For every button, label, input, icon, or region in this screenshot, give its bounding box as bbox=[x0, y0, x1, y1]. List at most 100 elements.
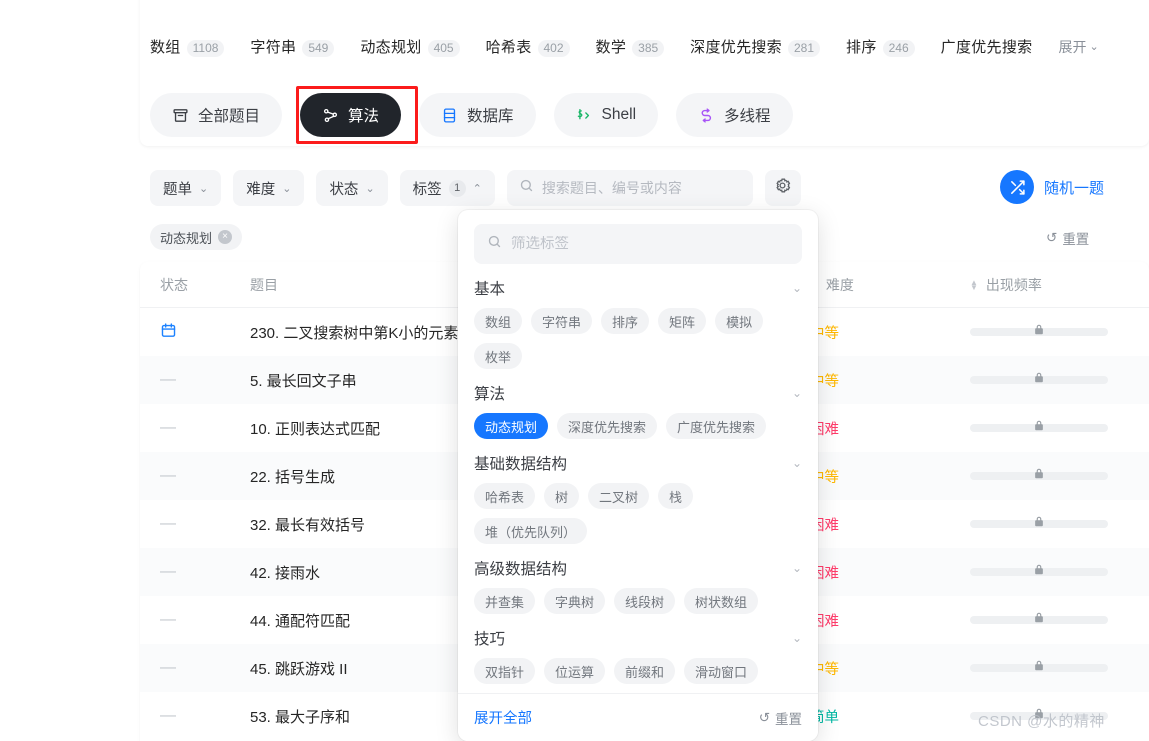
tag-group-header[interactable]: 算法 ⌄ bbox=[474, 382, 802, 404]
tag-cloud-expand-button[interactable]: 展开 ⌄ bbox=[1058, 37, 1098, 57]
concurrency-icon bbox=[698, 107, 715, 124]
tag-option[interactable]: 线段树 bbox=[614, 588, 676, 614]
tag-option[interactable]: 前缀和 bbox=[614, 658, 676, 684]
frequency-bar bbox=[970, 372, 1108, 384]
tag-cloud-item-label: 排序 bbox=[846, 39, 877, 56]
column-header-difficulty[interactable]: ▲▼ 难度 bbox=[810, 275, 970, 295]
tag-option[interactable]: 矩阵 bbox=[658, 308, 707, 334]
category-pill-4[interactable]: 多线程 bbox=[676, 93, 793, 137]
problem-search-input[interactable] bbox=[541, 180, 741, 196]
shuffle-icon bbox=[1000, 170, 1034, 204]
tag-cloud-item[interactable]: 动态规划 405 bbox=[360, 36, 460, 57]
row-status-dash: — bbox=[160, 563, 176, 580]
tag-option[interactable]: 深度优先搜索 bbox=[557, 413, 658, 439]
chevron-down-icon: ⌄ bbox=[791, 386, 802, 400]
frequency-bar bbox=[970, 660, 1108, 672]
chevron-down-icon: ⌄ bbox=[1089, 41, 1099, 53]
lock-icon bbox=[1032, 323, 1046, 341]
problem-search-box[interactable] bbox=[506, 170, 753, 206]
tag-option[interactable]: 动态规划 bbox=[474, 413, 549, 439]
row-frequency bbox=[970, 660, 1149, 672]
tag-cloud-item[interactable]: 深度优先搜索 281 bbox=[690, 36, 821, 57]
row-status: — bbox=[140, 707, 250, 725]
tag-group-header[interactable]: 基础数据结构 ⌄ bbox=[474, 452, 802, 474]
tag-option[interactable]: 并查集 bbox=[474, 588, 536, 614]
tag-group-tags: 数组 字符串 排序 矩阵 模拟枚举 bbox=[474, 308, 802, 369]
tag-option[interactable]: 排序 bbox=[601, 308, 650, 334]
lock-icon bbox=[1032, 371, 1046, 389]
category-pill-label: 数据库 bbox=[467, 108, 514, 125]
row-status: — bbox=[140, 659, 250, 677]
tag-option[interactable]: 字符串 bbox=[531, 308, 593, 334]
row-status-dash: — bbox=[160, 611, 176, 628]
tag-group-header[interactable]: 基本 ⌄ bbox=[474, 277, 802, 299]
category-pill-3[interactable]: Shell bbox=[553, 93, 659, 137]
tag-filter-search-input[interactable] bbox=[511, 236, 789, 252]
tag-cloud-item[interactable]: 数组 1108 bbox=[150, 36, 225, 57]
tag-panel-footer: 展开全部 ↺ 重置 bbox=[458, 693, 818, 741]
expand-all-button[interactable]: 展开全部 bbox=[474, 707, 532, 728]
search-icon bbox=[519, 178, 534, 198]
category-pill-1[interactable]: 算法 bbox=[300, 93, 402, 137]
row-frequency bbox=[970, 708, 1149, 720]
tag-group-title: 基本 bbox=[474, 281, 506, 298]
settings-gear-button[interactable] bbox=[764, 170, 801, 206]
tag-option[interactable]: 滑动窗口 bbox=[684, 658, 759, 684]
tag-group-header[interactable]: 技巧 ⌄ bbox=[474, 627, 802, 649]
tag-cloud-item[interactable]: 数学 385 bbox=[596, 36, 665, 57]
tag-cloud-item-count: 1108 bbox=[186, 40, 225, 57]
frequency-bar bbox=[970, 516, 1108, 528]
frequency-bar bbox=[970, 708, 1108, 720]
tag-option[interactable]: 位运算 bbox=[544, 658, 606, 684]
tag-option[interactable]: 二叉树 bbox=[588, 483, 650, 509]
tag-option[interactable]: 树状数组 bbox=[684, 588, 759, 614]
tag-option[interactable]: 栈 bbox=[658, 483, 694, 509]
lock-icon bbox=[1032, 467, 1046, 485]
frequency-bar bbox=[970, 468, 1108, 480]
filter-button-3[interactable]: 标签 1 ⌃ bbox=[399, 170, 495, 206]
tag-option[interactable]: 哈希表 bbox=[474, 483, 536, 509]
frequency-bar bbox=[970, 564, 1108, 576]
selected-tag-chips: 动态规划 × bbox=[150, 224, 243, 250]
tag-cloud-item-label: 深度优先搜索 bbox=[690, 39, 782, 56]
filter-button-0[interactable]: 题单 ⌄ bbox=[150, 170, 222, 206]
tag-option[interactable]: 堆（优先队列） bbox=[474, 518, 588, 544]
column-header-status: 状态 bbox=[160, 276, 188, 293]
category-pill-2[interactable]: 数据库 bbox=[419, 93, 536, 137]
close-icon[interactable]: × bbox=[218, 230, 233, 244]
filter-button-2[interactable]: 状态 ⌄ bbox=[316, 170, 388, 206]
tag-panel-reset-label: 重置 bbox=[775, 711, 802, 727]
row-frequency bbox=[970, 420, 1149, 432]
category-pill-label: 算法 bbox=[348, 108, 380, 125]
category-pill-0[interactable]: 全部题目 bbox=[150, 93, 283, 137]
row-status: — bbox=[140, 467, 250, 485]
tag-panel-reset-button[interactable]: ↺ 重置 bbox=[759, 708, 802, 728]
tag-option[interactable]: 枚举 bbox=[474, 343, 523, 369]
selected-tag-chip[interactable]: 动态规划 × bbox=[150, 224, 243, 250]
tag-group-title: 技巧 bbox=[474, 631, 506, 648]
tag-cloud-item[interactable]: 哈希表 402 bbox=[486, 36, 570, 57]
tag-cloud-item[interactable]: 排序 246 bbox=[846, 36, 915, 57]
tag-cloud-item[interactable]: 字符串 549 bbox=[250, 36, 335, 57]
reset-icon: ↺ bbox=[758, 709, 770, 725]
sort-icon-frequency[interactable]: ▲ ▼ bbox=[970, 278, 978, 291]
row-status-dash: — bbox=[160, 659, 176, 676]
category-pill-label: Shell bbox=[601, 106, 637, 123]
tag-option[interactable]: 树 bbox=[544, 483, 580, 509]
tag-cloud-item[interactable]: 广度优先搜索 bbox=[941, 36, 1033, 57]
tag-option[interactable]: 字典树 bbox=[544, 588, 606, 614]
filter-button-1[interactable]: 难度 ⌄ bbox=[233, 170, 305, 206]
tag-option[interactable]: 广度优先搜索 bbox=[666, 413, 767, 439]
tag-option[interactable]: 双指针 bbox=[474, 658, 536, 684]
random-problem-button[interactable]: 随机一题 bbox=[1000, 170, 1104, 204]
reset-label: 重置 bbox=[1062, 232, 1090, 247]
reset-filters-button[interactable]: ↺ 重置 bbox=[1046, 228, 1089, 248]
tag-filter-search-box[interactable] bbox=[474, 224, 802, 264]
column-header-frequency[interactable]: ▲ ▼ 出现频率 bbox=[970, 275, 1149, 295]
tag-group-title: 基础数据结构 bbox=[474, 456, 568, 473]
tag-group-header[interactable]: 高级数据结构 ⌄ bbox=[474, 557, 802, 579]
tag-option[interactable]: 数组 bbox=[474, 308, 523, 334]
tag-option[interactable]: 模拟 bbox=[715, 308, 764, 334]
tag-group-tags: 哈希表树二叉树栈堆（优先队列） bbox=[474, 483, 802, 544]
tag-group-tags: 并查集 字典树 线段树 树状数组 bbox=[474, 588, 802, 614]
